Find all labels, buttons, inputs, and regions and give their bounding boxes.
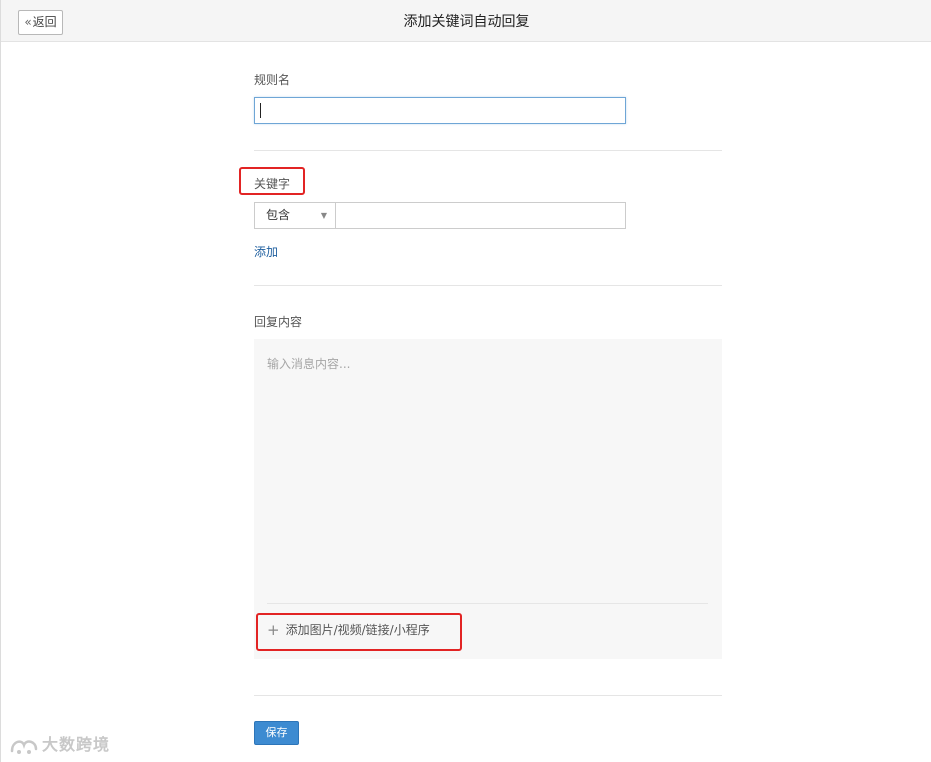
rule-name-input[interactable] xyxy=(254,97,626,124)
add-keyword-link[interactable]: 添加 xyxy=(254,243,278,260)
rule-name-label: 规则名 xyxy=(254,73,291,87)
match-mode-value: 包含 xyxy=(266,208,291,222)
page-frame: 添加关键词自动回复 «返回 规则名 关键字 包含 ▼ 添加 回复内容 输入消息内… xyxy=(0,0,931,762)
top-bar: 添加关键词自动回复 «返回 xyxy=(1,0,931,42)
editor-divider xyxy=(267,603,708,604)
page-title: 添加关键词自动回复 xyxy=(403,14,530,30)
reply-placeholder: 输入消息内容... xyxy=(267,357,351,371)
triangle-down-icon: ▼ xyxy=(320,211,327,220)
divider xyxy=(254,695,722,696)
divider xyxy=(254,285,722,286)
match-mode-select[interactable]: 包含 ▼ xyxy=(254,202,336,229)
double-chevron-left-icon: « xyxy=(24,15,32,29)
watermark-text: 大数跨境 xyxy=(42,735,111,754)
watermark-logo: 大数跨境 xyxy=(9,731,110,757)
reply-content-label: 回复内容 xyxy=(254,315,303,329)
text-caret xyxy=(260,103,261,118)
keyword-label: 关键字 xyxy=(254,177,291,191)
watermark-icon xyxy=(10,739,38,754)
reply-content-editor[interactable]: 输入消息内容... + 添加图片/视频/链接/小程序 xyxy=(254,339,722,659)
keyword-input[interactable] xyxy=(335,202,626,229)
save-button[interactable]: 保存 xyxy=(254,721,299,745)
back-button[interactable]: «返回 xyxy=(18,10,63,35)
add-media-highlight xyxy=(256,613,462,651)
divider xyxy=(254,150,722,151)
back-button-label: 返回 xyxy=(32,15,57,29)
